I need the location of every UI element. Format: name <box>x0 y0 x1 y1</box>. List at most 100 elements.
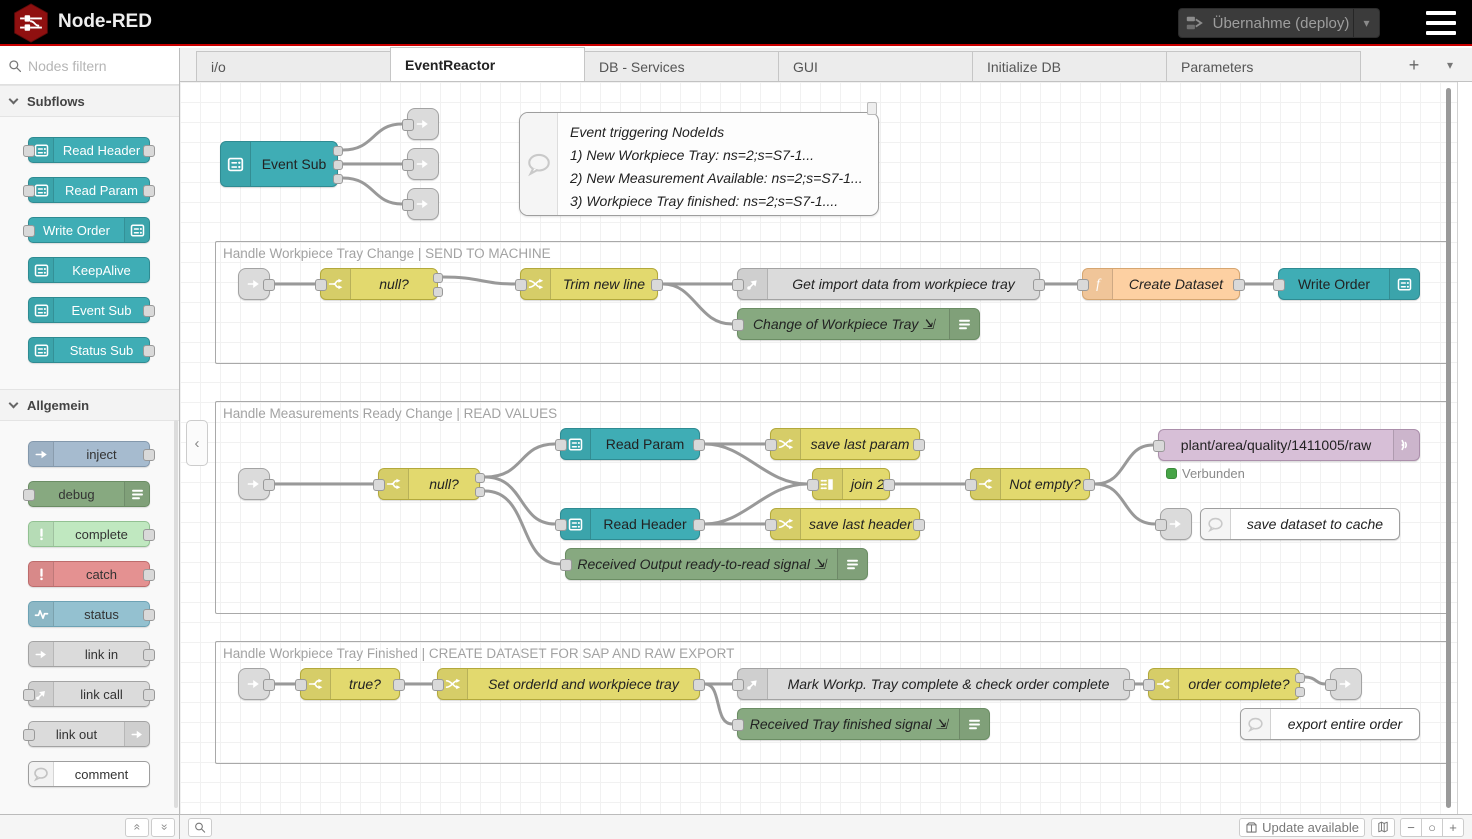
palette-section-allgemein[interactable]: Allgemein <box>0 389 179 421</box>
palette-node-status-sub[interactable]: Status Sub <box>28 337 150 363</box>
search-flows-button[interactable] <box>188 818 212 837</box>
node-subflow-read-param[interactable]: Read Param <box>560 428 700 460</box>
tab-eventreactor[interactable]: EventReactor <box>390 47 585 81</box>
palette-toggle[interactable]: ‹ <box>186 420 208 466</box>
palette-node-write-order[interactable]: Write Order <box>28 217 150 243</box>
node-link-call-get-import[interactable]: Get import data from workpiece tray <box>737 268 1040 300</box>
port-out[interactable] <box>1295 687 1305 697</box>
palette-section-subflows[interactable]: Subflows <box>0 85 179 117</box>
node-join-2[interactable]: join 2 <box>812 468 890 500</box>
collapse-all-icon[interactable]: « <box>125 818 149 837</box>
port-out[interactable] <box>333 146 343 156</box>
node-switch-null-2[interactable]: null? <box>378 468 480 500</box>
palette-node-label: link out <box>29 727 124 742</box>
palette-node-debug[interactable]: debug <box>28 481 150 507</box>
node-debug-received-output[interactable]: Received Output ready-to-read signal ⇲ <box>565 548 868 580</box>
port-out[interactable] <box>433 287 443 297</box>
subflow-icon <box>124 218 149 242</box>
palette-node-link-in[interactable]: link in <box>28 641 150 667</box>
node-red-app: Node-RED Übernahme (deploy) ▾ Subflows R… <box>0 0 1472 839</box>
node-link-out[interactable] <box>1160 508 1192 540</box>
node-debug-received-tray-finished[interactable]: Received Tray finished signal ⇲ <box>737 708 990 740</box>
tab-initialize-db[interactable]: Initialize DB <box>972 51 1167 81</box>
navigator-button[interactable] <box>1371 818 1395 837</box>
node-debug-change-of-workpiece-tray[interactable]: Change of Workpiece Tray ⇲ <box>737 308 980 340</box>
port-out[interactable] <box>333 160 343 170</box>
port-out[interactable] <box>333 174 343 184</box>
zoom-out-button[interactable]: − <box>1400 818 1422 837</box>
palette-search-input[interactable] <box>28 58 158 74</box>
node-link-out[interactable] <box>407 108 439 140</box>
node-change-save-last-header[interactable]: save last header <box>770 508 920 540</box>
port-out[interactable] <box>475 487 485 497</box>
link-out-icon <box>415 156 431 172</box>
node-link-in[interactable] <box>238 468 270 500</box>
node-switch-null[interactable]: null? <box>320 268 438 300</box>
deploy-caret-icon[interactable]: ▾ <box>1353 9 1379 37</box>
palette-node-link-out[interactable]: link out <box>28 721 150 747</box>
palette-node-read-param[interactable]: Read Param <box>28 177 150 203</box>
palette-node-complete[interactable]: complete <box>28 521 150 547</box>
comment-bubble-icon <box>1241 709 1271 739</box>
deploy-button[interactable]: Übernahme (deploy) ▾ <box>1178 8 1380 38</box>
zoom-in-button[interactable]: + <box>1442 818 1464 837</box>
palette-scrollbar[interactable] <box>174 420 178 808</box>
palette-node-catch[interactable]: catch <box>28 561 150 587</box>
node-comment-export-order[interactable]: export entire order <box>1240 708 1420 740</box>
expand-all-icon[interactable]: « <box>151 818 175 837</box>
flow-list-caret-icon[interactable]: ▾ <box>1436 53 1464 77</box>
node-subflow-write-order[interactable]: Write Order <box>1278 268 1420 300</box>
node-link-out[interactable] <box>407 148 439 180</box>
node-change-trim-new-line[interactable]: Trim new line <box>520 268 658 300</box>
tab-parameters[interactable]: Parameters <box>1166 51 1361 81</box>
palette-search[interactable] <box>0 48 179 85</box>
tab-db-services[interactable]: DB - Services <box>584 51 779 81</box>
node-change-save-last-param[interactable]: save last param <box>770 428 920 460</box>
node-change-set-orderid[interactable]: Set orderId and workpiece tray <box>437 668 700 700</box>
port-out[interactable] <box>475 473 485 483</box>
node-label: save last param <box>801 436 919 452</box>
update-available-button[interactable]: Update available <box>1239 818 1365 837</box>
palette-node-link-call[interactable]: link call <box>28 681 150 707</box>
canvas-scrollbar-thumb[interactable] <box>1446 88 1451 808</box>
node-comment-note[interactable]: Event triggering NodeIds 1) New Workpiec… <box>519 112 879 216</box>
node-link-in[interactable] <box>238 268 270 300</box>
node-link-call-mark-complete[interactable]: Mark Workp. Tray complete & check order … <box>737 668 1130 700</box>
node-link-out[interactable] <box>407 188 439 220</box>
port-out[interactable] <box>1295 673 1305 683</box>
add-flow-button[interactable]: + <box>1400 53 1428 77</box>
group-workpiece-tray-finished[interactable]: Handle Workpiece Tray Finished | CREATE … <box>215 641 1448 764</box>
node-switch-order-complete[interactable]: order complete? <box>1148 668 1300 700</box>
palette-node-read-header[interactable]: Read Header <box>28 137 150 163</box>
node-switch-true[interactable]: true? <box>300 668 400 700</box>
group-workpiece-tray-change[interactable]: Handle Workpiece Tray Change | SEND TO M… <box>215 241 1448 364</box>
main-menu-icon[interactable] <box>1426 11 1456 35</box>
port-out[interactable] <box>433 273 443 283</box>
mqtt-status-label: Verbunden <box>1182 466 1245 481</box>
palette-node-event-sub[interactable]: Event Sub <box>28 297 150 323</box>
zoom-reset-button[interactable]: ○ <box>1421 818 1443 837</box>
flow-canvas[interactable]: ‹ Event Sub Event triggering NodeIds 1) … <box>180 82 1472 814</box>
tab-io[interactable]: i/o <box>196 51 391 81</box>
palette-node-status[interactable]: status <box>28 601 150 627</box>
canvas-scrollbar-track[interactable] <box>1457 82 1472 814</box>
tab-gui[interactable]: GUI <box>778 51 973 81</box>
group-title: Handle Workpiece Tray Change | SEND TO M… <box>223 246 551 261</box>
link-out-icon <box>1168 516 1184 532</box>
node-subflow-read-header[interactable]: Read Header <box>560 508 700 540</box>
node-label: plant/area/quality/1411005/raw <box>1159 437 1393 453</box>
link-in-icon <box>29 642 54 666</box>
palette-node-inject[interactable]: inject <box>28 441 150 467</box>
node-mqtt-out[interactable]: plant/area/quality/1411005/raw <box>1158 429 1420 461</box>
node-function-create-dataset[interactable]: f Create Dataset <box>1082 268 1240 300</box>
node-event-sub[interactable]: Event Sub <box>220 141 338 187</box>
palette-node-keepalive[interactable]: KeepAlive <box>28 257 150 283</box>
node-switch-not-empty[interactable]: Not empty? <box>970 468 1090 500</box>
node-link-in[interactable] <box>238 668 270 700</box>
palette-node-label: Write Order <box>29 223 124 238</box>
node-label: Create Dataset <box>1113 276 1239 292</box>
palette-node-comment[interactable]: comment <box>28 761 150 787</box>
header: Node-RED Übernahme (deploy) ▾ <box>0 0 1472 46</box>
node-link-out[interactable] <box>1330 668 1362 700</box>
node-comment-save-dataset[interactable]: save dataset to cache <box>1200 508 1400 540</box>
